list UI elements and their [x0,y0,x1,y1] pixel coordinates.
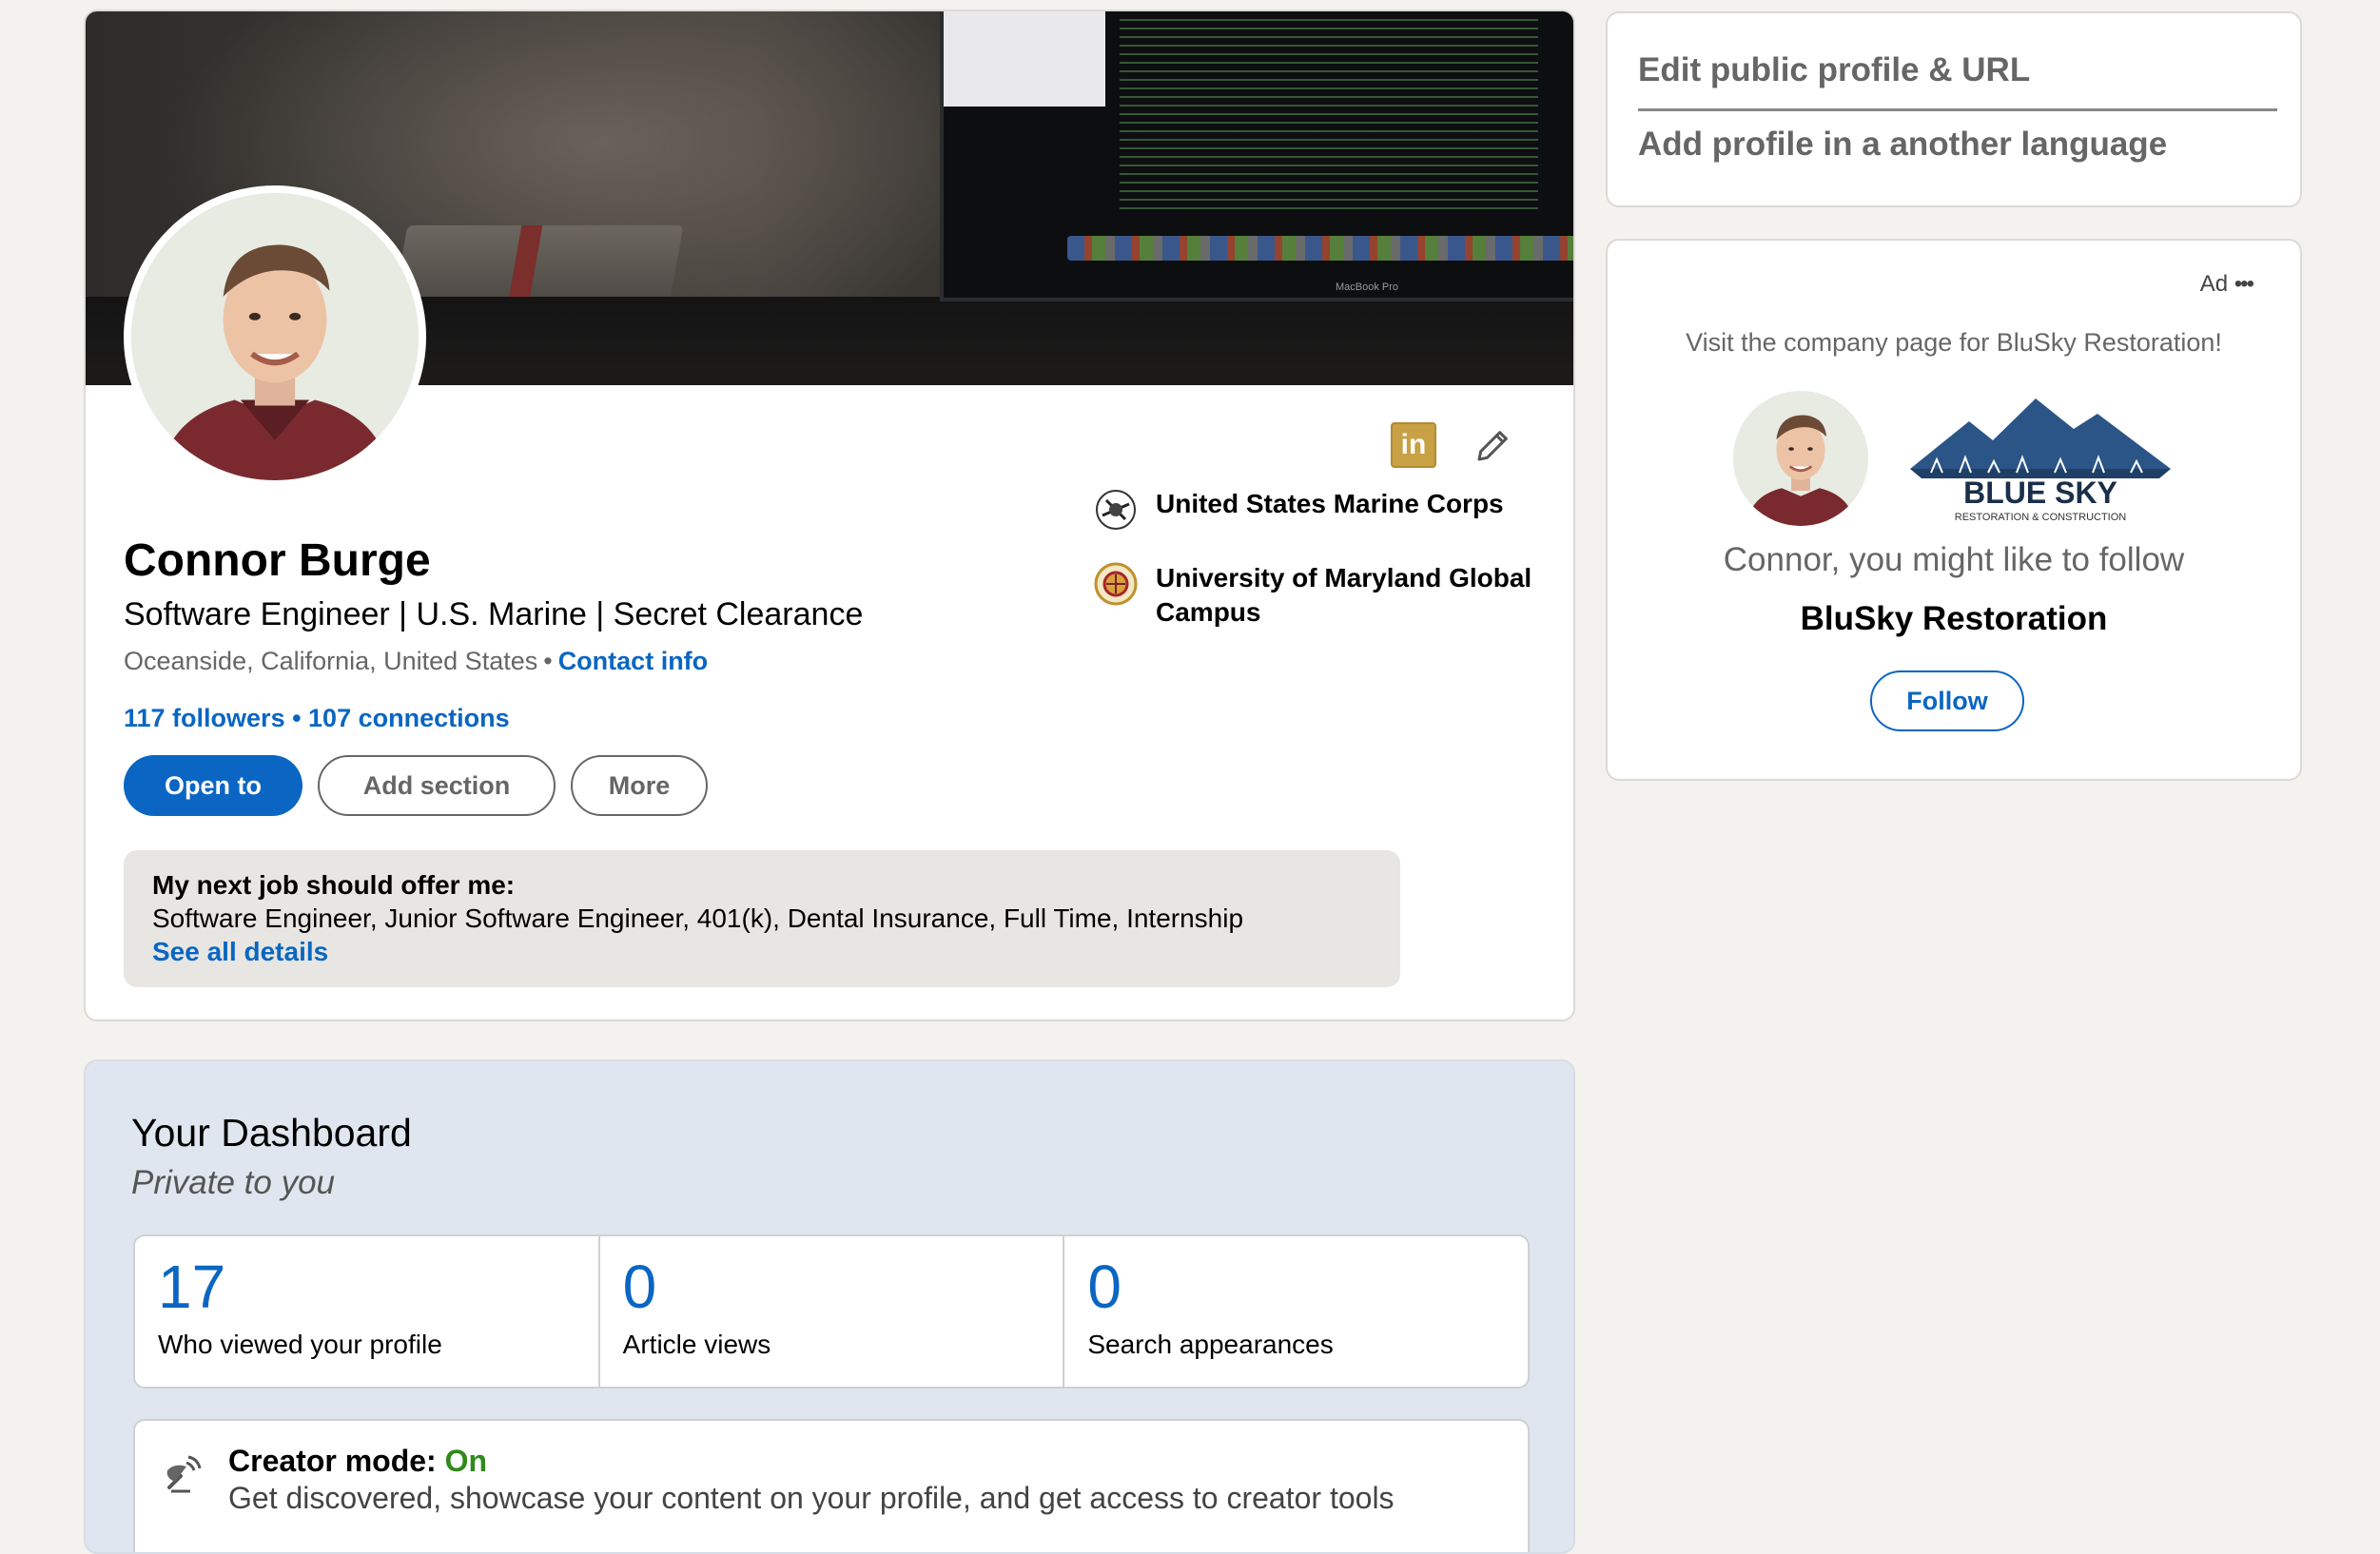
laptop-brand-text: MacBook Pro [1336,282,1399,293]
profile-links-card: Edit public profile & URL Add profile in… [1606,11,2302,207]
followers-connections-link[interactable]: 117 followers • 107 connections [124,704,510,733]
ad-user-avatar [1733,391,1868,526]
org-list: United States Marine Corps University of… [1093,487,1569,658]
metric-label: Article views [622,1330,771,1359]
metric-label: Search appearances [1087,1330,1334,1359]
ad-text-label: Ad [2199,271,2229,297]
divider [1638,108,2277,111]
profile-name: Connor Burge [124,535,431,586]
profile-photo[interactable] [124,185,426,488]
more-button[interactable]: More [571,755,708,816]
ad-tagline: Connor, you might like to follow [1723,541,2185,578]
profile-location-line: Oceanside, California, United States • Con… [124,642,863,680]
blusky-logo-sub: RESTORATION & CONSTRUCTION [1955,512,2127,523]
linkedin-badge-icon[interactable]: in [1391,422,1436,468]
blusky-logo[interactable]: BLUE SKY RESTORATION & CONSTRUCTION [1902,391,2178,524]
metric-value: 17 [158,1253,226,1321]
profile-location: Oceanside, California, United States [124,647,538,675]
creator-mode-label: Creator mode: [228,1444,437,1478]
profile-headline: Software Engineer | U.S. Marine | Secret… [124,596,864,632]
job-preferences-text: Software Engineer, Junior Software Engin… [152,903,1244,933]
profile-card: MacBook Pro in United States Marine Corp… [84,10,1575,1021]
metric-article-views[interactable]: 0 Article views [600,1236,1065,1387]
open-to-button[interactable]: Open to [124,755,302,816]
metric-value: 0 [622,1253,657,1321]
broadcast-satellite-icon [162,1449,207,1495]
creator-mode-panel[interactable]: Creator mode: On Get discovered, showcas… [133,1419,1530,1552]
creator-mode-description: Get discovered, showcase your content on… [228,1481,1395,1515]
job-preferences-title: My next job should offer me: [152,870,516,900]
separator-dot: • [543,647,553,675]
follow-button[interactable]: Follow [1870,670,2024,731]
ad-description: Visit the company page for BluSky Restor… [1686,328,2222,357]
creator-mode-heading: Creator mode: On [228,1442,1505,1480]
add-section-button[interactable]: Add section [318,755,556,816]
marine-corps-emblem-icon [1093,487,1139,533]
blusky-logo-name: BLUE SKY [1963,476,2117,510]
open-to-work-box: My next job should offer me: Software En… [124,850,1400,987]
dashboard-metrics: 17 Who viewed your profile 0 Article vie… [133,1234,1530,1389]
dashboard-card: Your Dashboard Private to you 17 Who vie… [84,1059,1575,1554]
org-name: University of Maryland Global Campus [1156,563,1532,627]
ad-more-options-icon[interactable]: ••• [2234,271,2254,297]
creator-mode-status: On [444,1444,488,1478]
umgc-seal-icon [1093,561,1139,607]
dashboard-subtitle: Private to you [131,1164,335,1201]
metric-profile-views[interactable]: 17 Who viewed your profile [135,1236,600,1387]
ad-company-name[interactable]: BluSky Restoration [1608,600,2300,638]
org-marine-corps[interactable]: United States Marine Corps [1093,487,1569,533]
metric-search-appearances[interactable]: 0 Search appearances [1064,1236,1528,1387]
org-name: United States Marine Corps [1156,489,1504,518]
edit-public-profile-link[interactable]: Edit public profile & URL [1638,51,2030,89]
org-umgc[interactable]: University of Maryland Global Campus [1093,561,1569,630]
ad-label: Ad ••• [2199,271,2254,298]
dashboard-title: Your Dashboard [131,1111,412,1155]
edit-pencil-icon[interactable] [1471,422,1516,468]
add-profile-language-link[interactable]: Add profile in a another language [1638,126,2167,164]
metric-label: Who viewed your profile [158,1330,442,1359]
contact-info-link[interactable]: Contact info [558,647,708,675]
see-all-details-link[interactable]: See all details [152,936,1372,968]
metric-value: 0 [1087,1253,1122,1321]
ad-card: Ad ••• Visit the company page for BluSky… [1606,239,2302,781]
